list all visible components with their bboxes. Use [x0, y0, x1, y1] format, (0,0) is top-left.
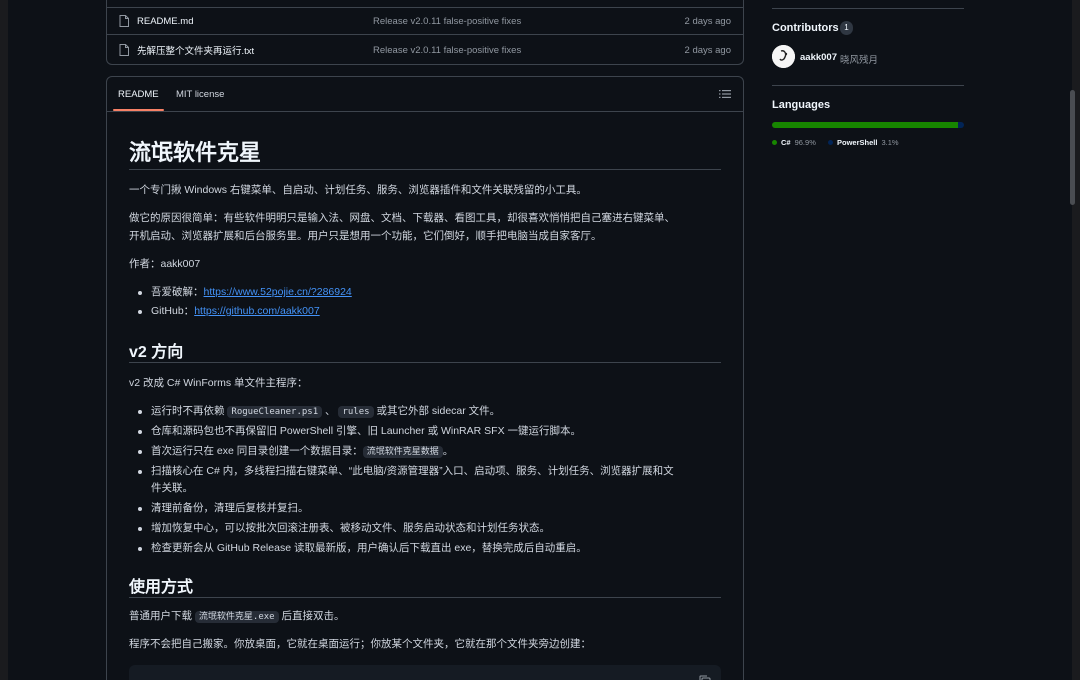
language-bar-segment-powershell[interactable]: [958, 122, 964, 128]
text: 后直接双击。: [281, 610, 345, 622]
commit-time: 2 days ago: [684, 15, 731, 27]
link-label: 吾爱破解：: [151, 286, 204, 298]
list-item: 扫描核心在 C# 内，多线程扫描右键菜单、“此电脑/资源管理器”入口、启动项、服…: [138, 463, 721, 497]
list-item: 增加恢复中心，可以按批次回滚注册表、被移动文件、服务启动状态和计划任务状态。: [138, 520, 721, 537]
file-name[interactable]: README.md: [137, 16, 193, 27]
usage-paragraph: 普通用户下载 流氓软件克星.exe 后直接双击。: [129, 607, 721, 626]
tab-readme[interactable]: README: [113, 89, 164, 111]
commit-time: 2 days ago: [684, 44, 731, 56]
language-name: PowerShell: [837, 138, 878, 147]
list-item: GitHub：https://github.com/aakk007: [138, 303, 721, 320]
github-link[interactable]: https://github.com/aakk007: [194, 305, 320, 317]
heading-v2: v2 方向: [129, 338, 721, 363]
text: 首次运行只在 exe 同目录创建一个数据目录：: [151, 445, 363, 457]
usage-paragraph-2: 程序不会把自己搬家。你放桌面，它就在桌面运行；你放某个文件夹，它就在那个文件夹旁…: [129, 638, 591, 650]
list-item: 检查更新会从 GitHub Release 读取最新版，用户确认后下载直出 ex…: [138, 540, 721, 557]
text: 。: [442, 445, 454, 457]
text: 、: [325, 405, 336, 417]
language-percent: 96.9%: [794, 138, 816, 147]
reason-paragraph-line-2: 开机启动、浏览器扩展和后台服务里。用户只是想用一个功能，它们倒好，顺手把电脑当成…: [129, 230, 602, 242]
language-item-powershell[interactable]: PowerShell 3.1%: [828, 138, 899, 147]
file-name[interactable]: 先解压整个文件夹再运行.txt: [137, 43, 254, 57]
window-edge-left: [0, 0, 8, 680]
language-name: C#: [781, 138, 791, 147]
divider: [772, 8, 964, 9]
copy-icon[interactable]: [699, 675, 711, 680]
file-list: README.md Release v2.0.11 false-positive…: [106, 0, 744, 65]
inline-code: 流氓软件克星数据: [362, 446, 443, 458]
contributor-alias: 晓风残月: [840, 55, 879, 66]
divider: [772, 85, 964, 86]
list-item: 吾爱破解：https://www.52pojie.cn/?286924: [138, 284, 721, 301]
text: 扫描核心在 C# 内，多线程扫描右键菜单、“此电脑/资源管理器”入口、启动项、服…: [151, 465, 674, 477]
page-frame: README.md Release v2.0.11 false-positive…: [0, 0, 1080, 680]
tab-license[interactable]: MIT license: [176, 89, 224, 100]
author-line: 作者：aakk007: [129, 258, 201, 270]
repo-sidebar: Contributors 1 aakk007 晓风残月 Languages C#…: [772, 0, 964, 680]
intro-paragraph: 一个专门揪 Windows 右键菜单、自启动、计划任务、服务、浏览器插件和文件关…: [129, 184, 587, 196]
contributors-count: 1: [840, 21, 853, 35]
heading-usage: 使用方式: [129, 573, 721, 598]
file-icon: [119, 15, 129, 27]
contributor-name[interactable]: aakk007: [800, 52, 837, 63]
text: 普通用户下载: [129, 610, 192, 622]
avatar[interactable]: [772, 45, 795, 68]
contributors-title[interactable]: Contributors: [772, 22, 839, 34]
file-row[interactable]: 先解压整个文件夹再运行.txt Release v2.0.11 false-po…: [107, 36, 743, 64]
link-label: GitHub：: [151, 305, 195, 317]
languages-title: Languages: [772, 99, 831, 111]
readme-panel: README MIT license 流氓软件克星 一个专门揪 Windows …: [106, 76, 744, 680]
language-color-dot: [772, 140, 777, 145]
readme-title: 流氓软件克星: [129, 135, 721, 170]
language-percent: 3.1%: [881, 138, 899, 147]
text: 或其它外部 sidecar 文件。: [376, 405, 501, 417]
language-color-dot: [828, 140, 833, 145]
file-row[interactable]: README.md Release v2.0.11 false-positive…: [107, 7, 743, 35]
readme-tab-bar: README MIT license: [107, 77, 743, 112]
text: 件关联。: [151, 482, 193, 494]
v2-intro: v2 改成 C# WinForms 单文件主程序：: [129, 377, 308, 389]
list-item: 清理前备份，清理后复核并复扫。: [138, 500, 721, 517]
inline-code: RogueCleaner.ps1: [227, 406, 323, 418]
inline-code: 流氓软件克星.exe: [194, 611, 279, 623]
list-item: 运行时不再依赖 RogueCleaner.ps1 、 rules 或其它外部 s…: [138, 403, 721, 421]
code-block: [129, 665, 721, 680]
52pojie-link[interactable]: https://www.52pojie.cn/?286924: [204, 286, 352, 298]
language-bar: [772, 122, 964, 128]
file-icon: [119, 44, 129, 56]
language-bar-segment-csharp[interactable]: [772, 122, 959, 128]
reason-paragraph-line-1: 做它的原因很简单：有些软件明明只是输入法、网盘、文档、下载器、看图工具，却很喜欢…: [129, 212, 675, 224]
text: 运行时不再依赖: [151, 405, 225, 417]
language-item-csharp[interactable]: C# 96.9%: [772, 138, 816, 147]
list-item: 仓库和源码包也不再保留旧 PowerShell 引擎、旧 Launcher 或 …: [138, 423, 721, 440]
commit-message[interactable]: Release v2.0.11 false-positive fixes: [373, 16, 521, 27]
commit-message[interactable]: Release v2.0.11 false-positive fixes: [373, 45, 521, 56]
inline-code: rules: [338, 406, 374, 418]
page-scrollbar[interactable]: [1070, 90, 1075, 205]
table-of-contents-icon[interactable]: [719, 88, 731, 100]
avatar-image-icon: [772, 45, 795, 68]
list-item: 首次运行只在 exe 同目录创建一个数据目录： 流氓软件克星数据。: [138, 443, 721, 461]
